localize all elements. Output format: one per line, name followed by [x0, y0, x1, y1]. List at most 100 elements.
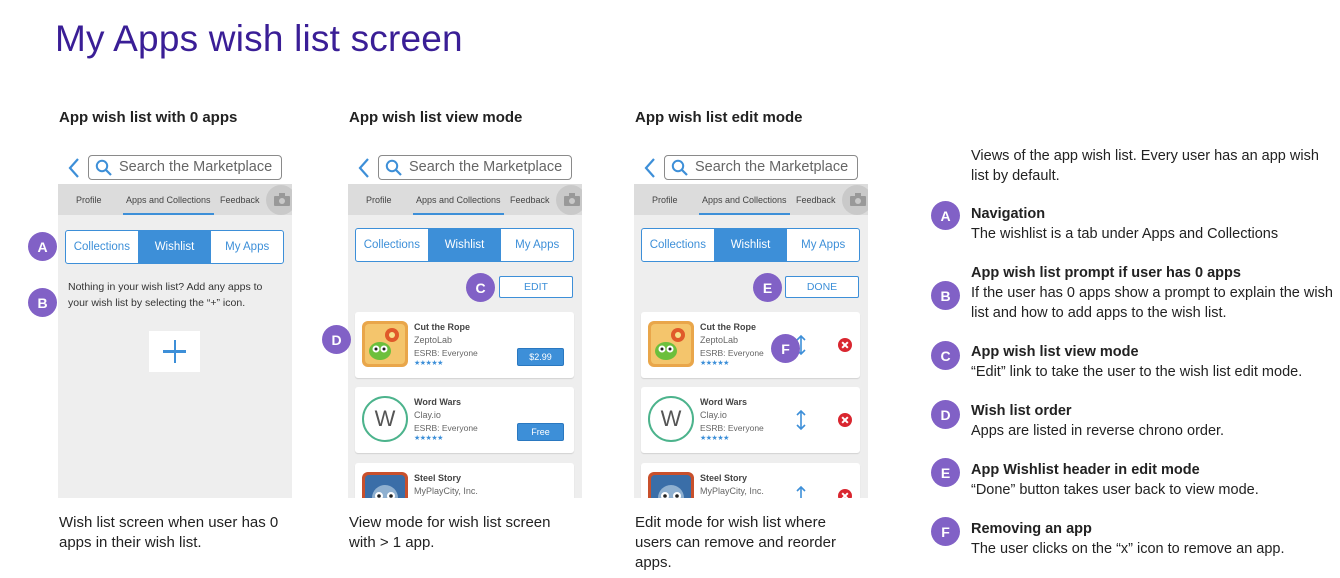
- tab-apps-and-collections[interactable]: Apps and Collections: [416, 195, 501, 205]
- top-bar: Search the Marketplace: [58, 152, 292, 184]
- legend-title: Removing an app: [971, 521, 1092, 537]
- tab-feedback[interactable]: Feedback: [510, 195, 550, 205]
- tab-profile[interactable]: Profile: [76, 195, 102, 205]
- legend-desc: If the user has 0 apps show a prompt to …: [971, 285, 1333, 321]
- legend-marker-a: A: [931, 201, 960, 230]
- legend-desc: The wishlist is a tab under Apps and Col…: [971, 226, 1279, 242]
- empty-wishlist-message: Nothing in your wish list? Add any apps …: [68, 281, 263, 309]
- list-item[interactable]: W Word Wars Clay.io ESRB: Everyone ★★★★★…: [355, 387, 574, 453]
- back-chevron-icon[interactable]: [67, 157, 81, 179]
- col1-heading: App wish list with 0 apps: [59, 109, 238, 126]
- add-app-button[interactable]: [149, 331, 200, 372]
- tab-profile[interactable]: Profile: [652, 195, 678, 205]
- remove-icon[interactable]: [838, 338, 852, 352]
- tab-bar: Profile Apps and Collections Feedback: [58, 184, 292, 215]
- marker-c: C: [466, 273, 495, 302]
- segment-collections[interactable]: Collections: [66, 231, 138, 263]
- legend-title: App wish list view mode: [971, 344, 1139, 360]
- segment-collections[interactable]: Collections: [356, 229, 428, 261]
- col1-caption: Wish list screen when user has 0 apps in…: [59, 514, 279, 551]
- legend-marker-e: E: [931, 458, 960, 487]
- app-developer: ZeptoLab: [414, 335, 453, 345]
- back-chevron-icon[interactable]: [643, 157, 657, 179]
- reorder-icon[interactable]: [795, 409, 807, 431]
- tab-feedback[interactable]: Feedback: [796, 195, 836, 205]
- app-name: Steel Story: [414, 473, 462, 483]
- marker-b: B: [28, 288, 57, 317]
- camera-button[interactable]: [556, 185, 582, 215]
- app-developer: ZeptoLab: [700, 335, 739, 345]
- legend-desc: The user clicks on the “x” icon to remov…: [971, 541, 1285, 557]
- star-rating: ★★★★★: [700, 360, 729, 367]
- remove-icon[interactable]: [838, 413, 852, 427]
- app-developer: MyPlayCity, Inc.: [414, 486, 478, 496]
- search-placeholder: Search the Marketplace: [119, 159, 273, 175]
- legend-item-edit-header: App Wishlist header in edit mode “Done” …: [971, 460, 1336, 500]
- segment-wishlist[interactable]: Wishlist: [137, 231, 212, 263]
- legend-title: App wish list prompt if user has 0 apps: [971, 265, 1241, 281]
- phone-empty: Search the Marketplace Profile Apps and …: [58, 152, 292, 498]
- tab-bar: Profile Apps and Collections Feedback: [634, 184, 868, 215]
- segment-my-apps[interactable]: My Apps: [501, 229, 573, 261]
- segmented-control: Collections Wishlist My Apps: [65, 230, 284, 264]
- legend-item-empty-prompt: App wish list prompt if user has 0 apps …: [971, 263, 1336, 323]
- app-rating: ESRB: Everyone: [700, 423, 764, 433]
- camera-icon: [274, 193, 290, 206]
- legend-title: Wish list order: [971, 403, 1072, 419]
- camera-button[interactable]: [842, 185, 868, 215]
- phone-view-mode: Search the Marketplace Profile Apps and …: [348, 152, 582, 498]
- reorder-icon[interactable]: [795, 485, 807, 498]
- search-input[interactable]: Search the Marketplace: [664, 155, 858, 180]
- done-button[interactable]: DONE: [785, 276, 859, 298]
- phone-edit-mode: Search the Marketplace Profile Apps and …: [634, 152, 868, 498]
- col2-heading: App wish list view mode: [349, 109, 523, 126]
- top-bar: Search the Marketplace: [634, 152, 868, 184]
- camera-button[interactable]: [266, 185, 292, 215]
- app-name: Word Wars: [700, 397, 748, 407]
- col2-caption: View mode for wish list screen with > 1 …: [349, 514, 551, 551]
- edit-button[interactable]: EDIT: [499, 276, 573, 298]
- legend-marker-b: B: [931, 281, 960, 310]
- segment-my-apps[interactable]: My Apps: [787, 229, 859, 261]
- app-rating: ESRB: Everyone: [414, 423, 478, 433]
- camera-icon: [564, 193, 580, 206]
- price-button[interactable]: $2.99: [517, 348, 564, 366]
- legend-intro: Views of the app wish list. Every user h…: [971, 148, 1319, 184]
- legend-desc: “Edit” link to take the user to the wish…: [971, 364, 1303, 380]
- app-name: Word Wars: [414, 397, 462, 407]
- app-rating: ESRB: Everyone: [414, 348, 478, 358]
- segment-wishlist[interactable]: Wishlist: [713, 229, 788, 261]
- list-item: W Word Wars Clay.io ESRB: Everyone ★★★★★: [641, 387, 860, 453]
- legend-item-navigation: Navigation The wishlist is a tab under A…: [971, 204, 1336, 244]
- search-input[interactable]: Search the Marketplace: [378, 155, 572, 180]
- back-chevron-icon[interactable]: [357, 157, 371, 179]
- word-wars-icon: W: [362, 396, 408, 442]
- segment-wishlist[interactable]: Wishlist: [427, 229, 502, 261]
- legend-item-view-mode: App wish list view mode “Edit” link to t…: [971, 342, 1336, 382]
- steel-story-icon: [648, 472, 694, 498]
- list-item[interactable]: Steel Story MyPlayCity, Inc.: [355, 463, 574, 498]
- col3-caption: Edit mode for wish list where users can …: [635, 514, 836, 571]
- star-rating: ★★★★★: [414, 360, 443, 367]
- search-icon: [95, 159, 112, 176]
- legend-marker-c: C: [931, 341, 960, 370]
- segmented-control: Collections Wishlist My Apps: [355, 228, 574, 262]
- segment-collections[interactable]: Collections: [642, 229, 714, 261]
- tab-feedback[interactable]: Feedback: [220, 195, 260, 205]
- list-item[interactable]: Cut the Rope ZeptoLab ESRB: Everyone ★★★…: [355, 312, 574, 378]
- tab-apps-and-collections[interactable]: Apps and Collections: [126, 195, 211, 205]
- search-icon: [671, 159, 688, 176]
- legend-title: App Wishlist header in edit mode: [971, 462, 1200, 478]
- legend-item-order: Wish list order Apps are listed in rever…: [971, 401, 1336, 441]
- tab-profile[interactable]: Profile: [366, 195, 392, 205]
- legend-title: Navigation: [971, 206, 1046, 222]
- segment-my-apps[interactable]: My Apps: [211, 231, 283, 263]
- search-input[interactable]: Search the Marketplace: [88, 155, 282, 180]
- price-button[interactable]: Free: [517, 423, 564, 441]
- app-name: Cut the Rope: [414, 322, 470, 332]
- tab-apps-and-collections[interactable]: Apps and Collections: [702, 195, 787, 205]
- remove-icon[interactable]: [838, 489, 852, 498]
- legend-desc: Apps are listed in reverse chrono order.: [971, 423, 1225, 439]
- tab-bar: Profile Apps and Collections Feedback: [348, 184, 582, 215]
- star-rating: ★★★★★: [700, 435, 729, 442]
